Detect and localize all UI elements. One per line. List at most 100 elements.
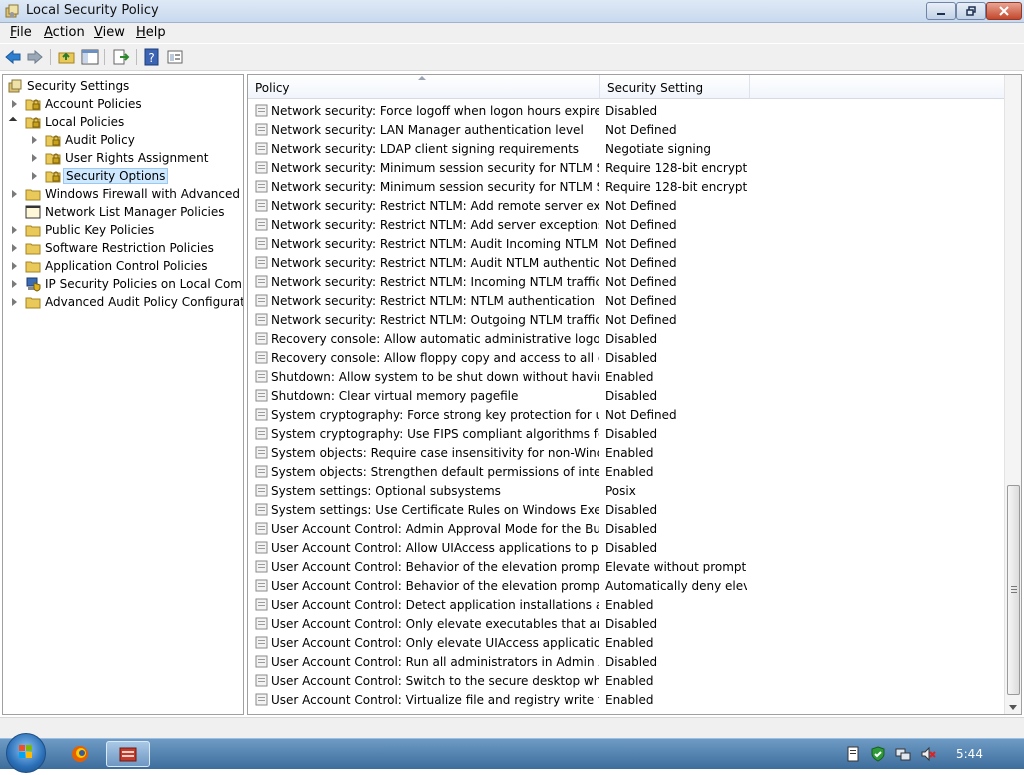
- taskbar-local-security-policy[interactable]: [106, 741, 150, 767]
- menu-file[interactable]: File: [10, 25, 32, 40]
- policy-row[interactable]: System cryptography: Force strong key pr…: [248, 405, 1004, 424]
- start-button[interactable]: [6, 733, 46, 773]
- collapsed-arrow-icon[interactable]: [12, 262, 17, 270]
- list-vertical-scrollbar[interactable]: [1004, 75, 1021, 714]
- restore-icon: [966, 6, 976, 16]
- menu-action[interactable]: Action: [44, 25, 85, 40]
- menu-view[interactable]: View: [94, 25, 125, 40]
- column-header-security-setting[interactable]: Security Setting: [600, 75, 750, 99]
- policy-row[interactable]: Network security: Force logoff when logo…: [248, 101, 1004, 120]
- policy-setting: Disabled: [605, 104, 658, 118]
- policy-row[interactable]: Network security: Restrict NTLM: Incomin…: [248, 272, 1004, 291]
- policy-setting: Not Defined: [605, 313, 677, 327]
- policy-row[interactable]: System cryptography: Use FIPS compliant …: [248, 424, 1004, 443]
- policy-row[interactable]: System settings: Optional subsystems Posi…: [248, 481, 1004, 500]
- policy-row[interactable]: Network security: LDAP client signing re…: [248, 139, 1004, 158]
- properties-icon[interactable]: [166, 48, 184, 66]
- tree-item-label: User Rights Assignment: [65, 151, 209, 165]
- collapsed-arrow-icon[interactable]: [12, 280, 17, 288]
- close-button[interactable]: [986, 2, 1022, 20]
- window-title: Local Security Policy: [26, 3, 159, 18]
- minimize-button[interactable]: [926, 2, 956, 20]
- policy-folder-icon: [45, 135, 61, 147]
- collapsed-arrow-icon[interactable]: [32, 154, 37, 162]
- tray-security-icon[interactable]: [870, 746, 886, 762]
- column-header-policy[interactable]: Policy: [248, 75, 600, 99]
- policy-row[interactable]: Shutdown: Clear virtual memory pagefile D…: [248, 386, 1004, 405]
- policy-name: Network security: Restrict NTLM: Add rem…: [271, 199, 599, 213]
- back-arrow-icon[interactable]: [4, 48, 22, 66]
- tray-volume-muted-icon[interactable]: [920, 746, 936, 762]
- tray-document-icon[interactable]: [845, 746, 861, 762]
- policy-row[interactable]: User Account Control: Behavior of the el…: [248, 576, 1004, 595]
- policy-name: Network security: LDAP client signing re…: [271, 142, 580, 156]
- collapsed-arrow-icon[interactable]: [12, 226, 17, 234]
- taskbar: 5:44: [0, 733, 1024, 773]
- policy-row[interactable]: System objects: Strengthen default permi…: [248, 462, 1004, 481]
- menu-help[interactable]: Help: [136, 25, 166, 40]
- collapsed-arrow-icon[interactable]: [12, 100, 17, 108]
- up-folder-icon[interactable]: [58, 48, 76, 66]
- help-icon[interactable]: ?: [143, 48, 161, 66]
- policy-setting: Enabled: [605, 674, 654, 688]
- policy-name: System cryptography: Use FIPS compliant …: [271, 427, 599, 441]
- policy-name: User Account Control: Behavior of the el…: [271, 560, 599, 574]
- policy-row[interactable]: Network security: Restrict NTLM: Add ser…: [248, 215, 1004, 234]
- tray-network-icon[interactable]: [895, 746, 911, 762]
- collapsed-arrow-icon[interactable]: [12, 298, 17, 306]
- collapsed-arrow-icon[interactable]: [32, 136, 37, 144]
- policy-row[interactable]: Network security: LAN Manager authentica…: [248, 120, 1004, 139]
- policy-item-icon: [255, 104, 268, 117]
- policy-item-icon: [255, 332, 268, 345]
- policy-row[interactable]: Network security: Restrict NTLM: Audit N…: [248, 253, 1004, 272]
- policy-row[interactable]: User Account Control: Behavior of the el…: [248, 557, 1004, 576]
- policy-row[interactable]: User Account Control: Switch to the secu…: [248, 671, 1004, 690]
- policy-row[interactable]: System objects: Require case insensitivi…: [248, 443, 1004, 462]
- taskbar-firefox[interactable]: [58, 741, 102, 767]
- vertical-scroll-thumb[interactable]: [1007, 485, 1020, 695]
- policy-item-icon: [255, 275, 268, 288]
- taskbar-clock[interactable]: 5:44: [956, 747, 983, 761]
- policy-item-icon: [255, 161, 268, 174]
- policy-row[interactable]: Network security: Restrict NTLM: NTLM au…: [248, 291, 1004, 310]
- collapsed-arrow-icon[interactable]: [12, 190, 17, 198]
- policy-name: User Account Control: Detect application…: [271, 598, 599, 612]
- policy-row[interactable]: Network security: Minimum session securi…: [248, 158, 1004, 177]
- forward-arrow-icon[interactable]: [26, 48, 44, 66]
- tree-item-label: Public Key Policies: [45, 223, 155, 237]
- scroll-down-arrow-icon[interactable]: [1009, 705, 1017, 710]
- status-bar: [0, 717, 1024, 738]
- policy-row[interactable]: Network security: Restrict NTLM: Outgoin…: [248, 310, 1004, 329]
- policy-row[interactable]: System settings: Use Certificate Rules o…: [248, 500, 1004, 519]
- tree-item-label: Audit Policy: [65, 133, 135, 147]
- policy-row[interactable]: Recovery console: Allow automatic admini…: [248, 329, 1004, 348]
- policy-row[interactable]: Recovery console: Allow floppy copy and …: [248, 348, 1004, 367]
- policy-row[interactable]: User Account Control: Only elevate UIAcc…: [248, 633, 1004, 652]
- expanded-arrow-icon[interactable]: [8, 116, 18, 126]
- policy-row[interactable]: User Account Control: Run all administra…: [248, 652, 1004, 671]
- maximize-button[interactable]: [956, 2, 986, 20]
- policy-row[interactable]: User Account Control: Only elevate execu…: [248, 614, 1004, 633]
- policy-setting: Not Defined: [605, 256, 677, 270]
- tree-item-label: Windows Firewall with Advanced Secu: [45, 187, 243, 201]
- policy-name: System objects: Strengthen default permi…: [271, 465, 599, 479]
- policy-row[interactable]: Shutdown: Allow system to be shut down w…: [248, 367, 1004, 386]
- policy-item-icon: [255, 389, 268, 402]
- policy-row[interactable]: User Account Control: Virtualize file an…: [248, 690, 1004, 709]
- policy-row[interactable]: Network security: Restrict NTLM: Add rem…: [248, 196, 1004, 215]
- tree-item-label: Software Restriction Policies: [45, 241, 214, 255]
- export-list-icon[interactable]: [112, 48, 130, 66]
- policy-name: User Account Control: Virtualize file an…: [271, 693, 599, 707]
- policy-item-icon: [255, 636, 268, 649]
- policy-row[interactable]: User Account Control: Admin Approval Mod…: [248, 519, 1004, 538]
- show-hide-tree-icon[interactable]: [81, 48, 99, 66]
- policy-setting: Disabled: [605, 655, 658, 669]
- policy-row[interactable]: User Account Control: Detect application…: [248, 595, 1004, 614]
- folder-icon: [25, 297, 41, 309]
- policy-row[interactable]: User Account Control: Allow UIAccess app…: [248, 538, 1004, 557]
- collapsed-arrow-icon[interactable]: [12, 244, 17, 252]
- collapsed-arrow-icon[interactable]: [32, 172, 37, 180]
- policy-row[interactable]: Network security: Restrict NTLM: Audit I…: [248, 234, 1004, 253]
- policy-row[interactable]: Network security: Minimum session securi…: [248, 177, 1004, 196]
- policy-name: System objects: Require case insensitivi…: [271, 446, 599, 460]
